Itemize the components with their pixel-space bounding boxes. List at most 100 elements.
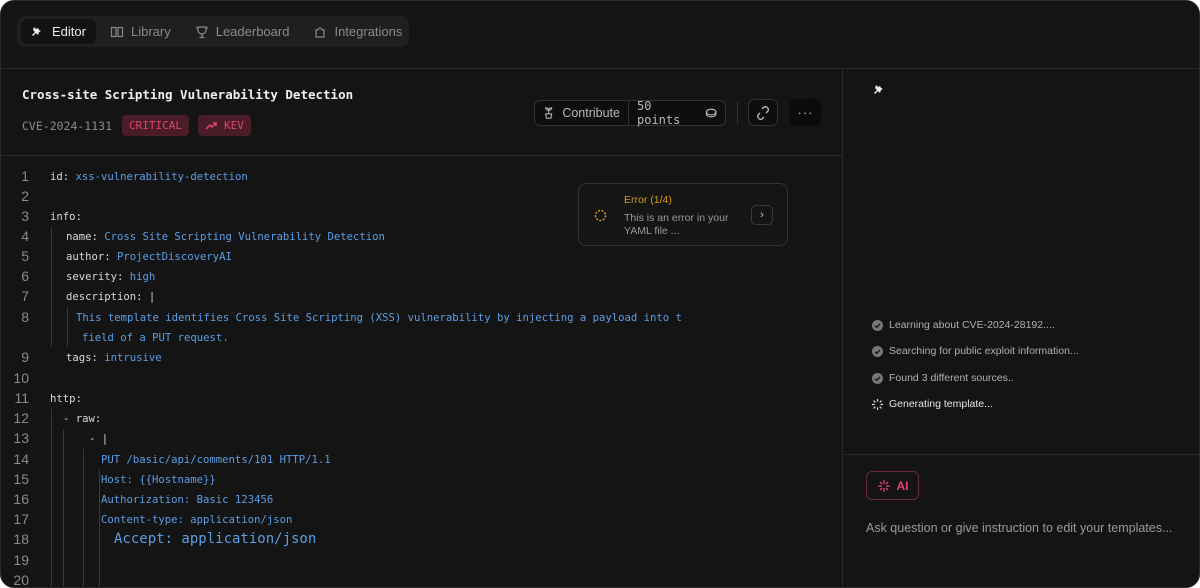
tab-label: Leaderboard [216, 24, 290, 39]
code-key: author: [66, 251, 111, 263]
chevron-right-icon: › [760, 209, 764, 221]
progress-step: Generating template... [872, 398, 993, 410]
code-key: description: | [66, 291, 155, 303]
points-label: 50 points [637, 99, 699, 127]
indent-guide [83, 449, 84, 588]
step-text: Found 3 different sources.. [889, 372, 1014, 384]
tab-leaderboard[interactable]: Leaderboard [185, 19, 300, 44]
tab-integrations[interactable]: Integrations [303, 19, 412, 44]
loading-spinner-icon [872, 399, 883, 410]
code-line: author: ProjectDiscoveryAI [66, 250, 232, 264]
tab-label: Library [131, 24, 171, 39]
code-line: info: [50, 210, 82, 224]
divider [737, 102, 738, 124]
link-icon [756, 106, 770, 120]
code-value: PUT /basic/api/comments/101 HTTP/1.1 [101, 454, 331, 466]
kev-label: KEV [224, 119, 244, 132]
code-line: id: xss-vulnerability-detection [50, 170, 248, 184]
code-value: xss-vulnerability-detection [69, 171, 248, 183]
tab-label: Editor [52, 24, 86, 39]
tab-library[interactable]: Library [100, 19, 181, 44]
line-number: 8 [1, 309, 29, 325]
code-line: This template identifies Cross Site Scri… [76, 311, 682, 325]
line-number: 17 [1, 511, 29, 527]
ai-sparkle-icon [877, 479, 891, 493]
contribute-button[interactable]: Contribute [535, 101, 629, 125]
ai-button[interactable]: AI [866, 471, 919, 500]
template-header: Cross-site Scripting Vulnerability Detec… [1, 69, 843, 156]
nav-tabs: Editor Library Leaderboard Integrations [17, 16, 409, 47]
link-button[interactable] [748, 99, 778, 126]
assistant-panel: Learning about CVE-2024-28192.... Searchi… [844, 69, 1200, 588]
code-key: id: [50, 171, 69, 183]
next-error-button[interactable]: › [751, 205, 773, 225]
code-line: - raw: [63, 412, 101, 426]
code-line: Host: {{Hostname}} [101, 473, 216, 487]
line-number: 11 [1, 390, 29, 406]
code-line: severity: high [66, 270, 155, 284]
more-options-button[interactable]: ··· [790, 99, 821, 126]
app-window: Editor Library Leaderboard Integrations … [0, 0, 1200, 588]
code-line: http: [50, 392, 82, 406]
line-number: 15 [1, 471, 29, 487]
code-key: info: [50, 211, 82, 223]
divider [844, 454, 1200, 455]
code-value: This template identifies Cross Site Scri… [76, 312, 682, 324]
ellipsis-icon: ··· [798, 105, 814, 120]
step-text: Learning about CVE-2024-28192.... [889, 319, 1055, 331]
line-number: 10 [1, 370, 29, 386]
editor-panel: Cross-site Scripting Vulnerability Detec… [1, 69, 843, 588]
loading-spinner-icon [594, 209, 607, 222]
prompt-input[interactable]: Ask question or give instruction to edit… [866, 521, 1172, 535]
ai-label: AI [897, 479, 909, 493]
code-line: field of a PUT request. [82, 331, 229, 345]
wand-icon [31, 25, 45, 39]
code-key: severity: [66, 271, 123, 283]
tab-editor[interactable]: Editor [21, 19, 96, 44]
line-number: 2 [1, 188, 29, 204]
puzzle-icon [313, 25, 327, 39]
progress-step: Found 3 different sources.. [872, 372, 1014, 384]
code-line: Content-type: application/json [101, 513, 292, 527]
line-number: 14 [1, 451, 29, 467]
code-value: Accept: application/json [114, 531, 316, 547]
code-value: Content-type: application/json [101, 514, 292, 526]
cve-id: CVE-2024-1131 [22, 119, 112, 133]
progress-step: Searching for public exploit information… [872, 345, 1079, 357]
line-number: 4 [1, 228, 29, 244]
error-popup: Error (1/4) This is an error in your YAM… [578, 183, 788, 246]
code-value: high [123, 271, 155, 283]
code-value: Authorization: Basic 123456 [101, 494, 273, 506]
contribute-label: Contribute [562, 106, 620, 120]
book-icon [110, 25, 124, 39]
template-title: Cross-site Scripting Vulnerability Detec… [22, 87, 353, 102]
code-value: Host: {{Hostname}} [101, 474, 216, 486]
line-number: 9 [1, 349, 29, 365]
code-line: Accept: application/json [114, 532, 316, 546]
top-nav: Editor Library Leaderboard Integrations [1, 1, 1200, 69]
indent-guide [51, 409, 52, 588]
code-key: tags: [66, 352, 98, 364]
line-number: 1 [1, 168, 29, 184]
step-text: Searching for public exploit information… [889, 345, 1079, 357]
contribute-group: Contribute 50 points [534, 100, 726, 126]
kev-badge: KEV [198, 115, 251, 136]
line-number: 19 [1, 552, 29, 568]
check-circle-icon [872, 346, 883, 357]
indent-guide [99, 469, 100, 588]
code-key: http: [50, 393, 82, 405]
indent-guide [63, 429, 64, 588]
code-line: - | [89, 432, 108, 446]
code-key: - | [89, 433, 108, 445]
trophy-icon [195, 25, 209, 39]
code-line: name: Cross Site Scripting Vulnerability… [66, 230, 385, 244]
error-message: This is an error in your YAML file ... [624, 212, 744, 238]
error-title: Error (1/4) [624, 194, 672, 206]
step-text: Generating template... [889, 398, 993, 410]
code-key: - raw: [63, 413, 101, 425]
severity-label: CRITICAL [129, 119, 182, 132]
check-circle-icon [872, 320, 883, 331]
line-number: 12 [1, 410, 29, 426]
points-display: 50 points [629, 99, 725, 127]
line-number: 3 [1, 208, 29, 224]
